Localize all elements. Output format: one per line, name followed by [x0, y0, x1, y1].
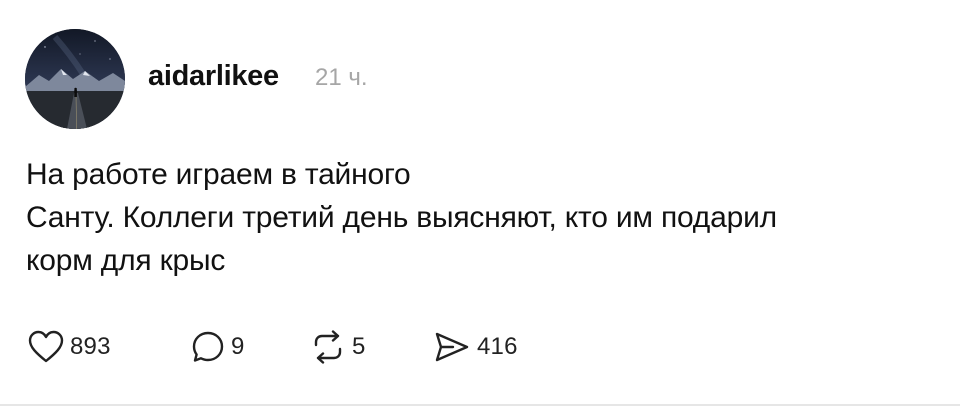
heart-icon	[28, 330, 64, 364]
post-text-line: Санту. Коллеги третий день выясняют, кто…	[26, 201, 777, 234]
avatar-image	[25, 29, 125, 129]
send-icon	[433, 330, 471, 364]
post-text-line: корм для крыс	[26, 244, 226, 277]
share-count: 416	[477, 333, 518, 360]
author-username[interactable]: aidarlikee	[148, 60, 279, 93]
post-text-line: На работе играем в тайного	[26, 158, 411, 191]
avatar[interactable]	[25, 29, 125, 129]
reply-button[interactable]: 9	[191, 327, 245, 367]
comment-icon	[191, 330, 225, 364]
like-count: 893	[70, 333, 111, 360]
post-text: На работе играем в тайного Санту. Коллег…	[26, 153, 946, 282]
post-actions: 893 9 5 416	[28, 327, 948, 367]
share-button[interactable]: 416	[433, 327, 518, 367]
post-timestamp[interactable]: 21 ч.	[315, 64, 368, 92]
post-divider	[0, 404, 960, 406]
repost-button[interactable]: 5	[310, 327, 366, 367]
thread-post: aidarlikee 21 ч. На работе играем в тайн…	[0, 0, 960, 412]
reply-count: 9	[231, 333, 245, 360]
repost-count: 5	[352, 333, 366, 360]
like-button[interactable]: 893	[28, 327, 111, 367]
repost-icon	[310, 330, 346, 364]
